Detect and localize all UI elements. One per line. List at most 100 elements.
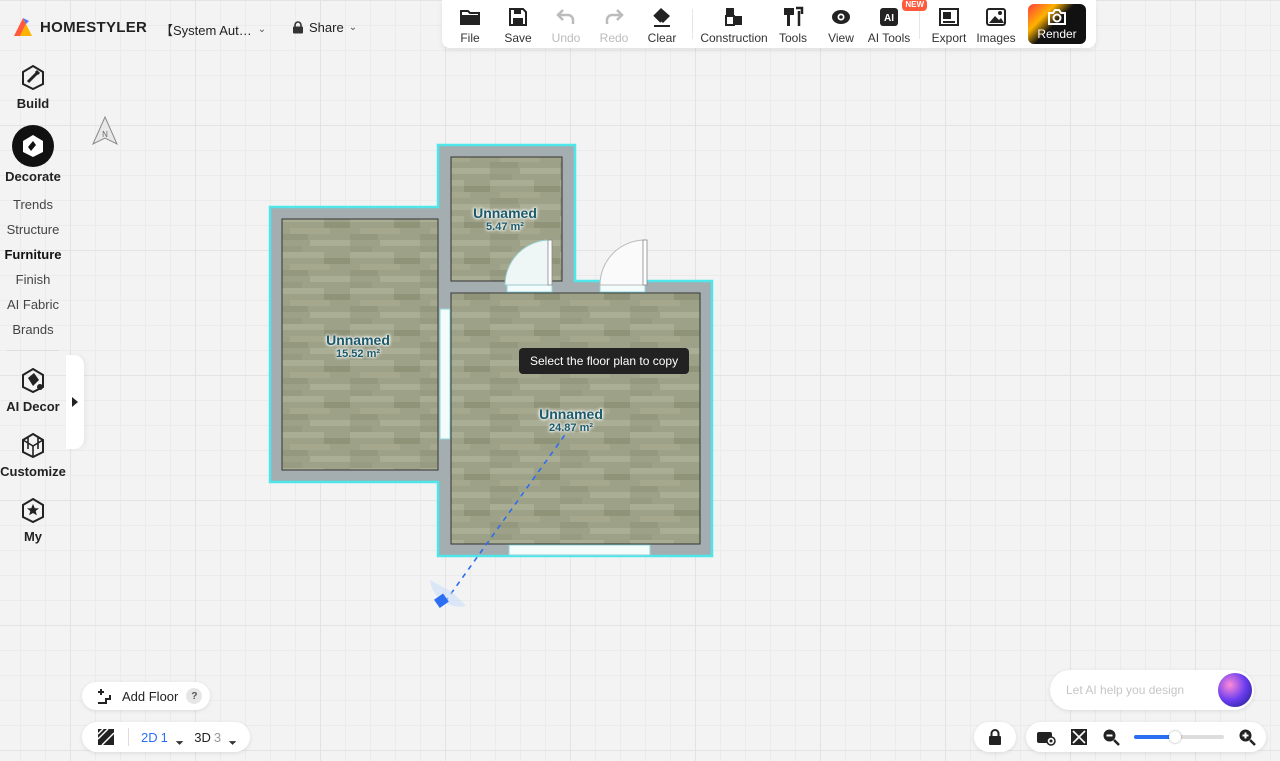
- svg-text:AI: AI: [884, 13, 894, 24]
- undo-button[interactable]: Undo: [542, 0, 590, 48]
- view-3d-button[interactable]: 3D 3 ◢: [194, 729, 237, 746]
- view-2d-label: 2D: [141, 729, 158, 745]
- window-vertical: [439, 308, 451, 440]
- ai-decor-label: AI Decor: [6, 399, 60, 414]
- decorate-submenu: Trends Structure Furniture Finish AI Fab…: [4, 192, 61, 342]
- ai-tools-icon: AI: [880, 8, 898, 26]
- share-label: Share: [309, 20, 344, 35]
- floor-style-button[interactable]: [96, 727, 116, 747]
- view-button[interactable]: View: [817, 0, 865, 48]
- eye-icon: [832, 10, 850, 24]
- build-nav[interactable]: Build: [16, 60, 50, 111]
- export-label: Export: [931, 31, 967, 45]
- add-floor-button[interactable]: Add Floor ?: [82, 682, 211, 710]
- project-title: 【System Aut…: [160, 23, 252, 38]
- room-name: Unnamed: [539, 406, 603, 422]
- compass-north-icon: N: [91, 115, 119, 146]
- undo-label: Undo: [551, 31, 581, 45]
- view-switcher: 2D 1 ◢ 3D 3 ◢: [82, 722, 250, 752]
- zoom-out-icon[interactable]: [1102, 728, 1120, 746]
- camera-settings-icon[interactable]: [1036, 728, 1056, 746]
- sidebar-divider: [7, 350, 59, 351]
- room-area: 24.87 m²: [548, 422, 594, 434]
- ai-prompt-input[interactable]: [1066, 683, 1216, 697]
- toolbar-divider: [692, 9, 693, 39]
- door-opening: [506, 281, 553, 293]
- images-button[interactable]: Images: [972, 0, 1020, 48]
- view-2d-button[interactable]: 2D 1 ◢: [141, 729, 184, 746]
- ai-tools-label: AI Tools: [867, 31, 911, 45]
- lock-button[interactable]: [974, 722, 1016, 752]
- redo-button[interactable]: Redo: [590, 0, 638, 48]
- zoom-slider-knob[interactable]: [1168, 731, 1181, 743]
- save-icon: [509, 8, 527, 26]
- brand[interactable]: HOMESTYLER: [12, 16, 147, 38]
- sidebar-item-furniture[interactable]: Furniture: [4, 247, 61, 262]
- decorate-icon: [11, 125, 54, 167]
- project-title-dropdown[interactable]: 【System Aut… ⌄: [160, 20, 266, 39]
- view-2d-count: 1: [160, 729, 168, 745]
- zoom-in-icon[interactable]: [1238, 728, 1256, 746]
- sidebar-item-trends[interactable]: Trends: [13, 197, 53, 212]
- file-button[interactable]: File: [446, 0, 494, 48]
- save-label: Save: [504, 31, 532, 45]
- ai-assistant-box: [1050, 670, 1254, 710]
- room-name: Unnamed: [473, 205, 537, 221]
- room-label: Unnamed 24.87 m²: [531, 406, 611, 434]
- redo-label: Redo: [599, 31, 629, 45]
- tools-icon: [784, 6, 804, 26]
- sidebar-item-structure[interactable]: Structure: [7, 222, 60, 237]
- build-icon: [16, 60, 50, 94]
- build-label: Build: [16, 96, 50, 111]
- construction-button[interactable]: Construction: [699, 0, 769, 48]
- image-icon: [986, 8, 1006, 26]
- left-sidebar: Build Decorate Trends Structure Furnitur…: [0, 60, 66, 558]
- export-button[interactable]: Export: [926, 0, 972, 48]
- export-icon: [939, 8, 959, 26]
- sidebar-item-brands[interactable]: Brands: [12, 322, 53, 337]
- redo-icon: [605, 9, 624, 24]
- share-button[interactable]: Share ⌄: [292, 20, 357, 35]
- undo-icon: [556, 9, 575, 24]
- fit-view-icon[interactable]: [1070, 728, 1088, 746]
- clear-button[interactable]: Clear: [638, 0, 686, 48]
- room-area: 5.47 m²: [486, 221, 524, 233]
- construction-label: Construction: [700, 31, 768, 45]
- folder-icon: [460, 10, 480, 25]
- tooltip: Select the floor plan to copy: [519, 348, 690, 374]
- compass[interactable]: N: [91, 115, 119, 149]
- add-floor-icon: [98, 689, 111, 704]
- render-label: Render: [1037, 26, 1077, 41]
- room-label: Unnamed 15.52 m²: [318, 332, 398, 360]
- room-area: 15.52 m²: [335, 348, 381, 360]
- help-icon[interactable]: ?: [186, 688, 203, 704]
- images-label: Images: [976, 31, 1016, 45]
- star-badge-icon: [16, 493, 50, 527]
- main-toolbar: File Save Undo Redo Clear Construction T…: [442, 0, 1096, 48]
- homestyler-logo-icon: [14, 18, 32, 36]
- save-button[interactable]: Save: [494, 0, 542, 48]
- camera-icon[interactable]: [434, 593, 449, 608]
- lock-icon: [989, 729, 1001, 745]
- ai-assistant-orb-icon[interactable]: [1218, 673, 1252, 707]
- sidebar-item-finish[interactable]: Finish: [16, 272, 51, 287]
- clear-label: Clear: [647, 31, 677, 45]
- customize-label: Customize: [0, 464, 66, 479]
- lock-icon: [293, 21, 303, 34]
- zoom-slider[interactable]: [1134, 731, 1224, 743]
- ai-tools-button[interactable]: AI NEW AI Tools: [865, 0, 927, 48]
- add-floor-label: Add Floor: [122, 688, 179, 704]
- tools-button[interactable]: Tools: [769, 0, 817, 48]
- room-name: Unnamed: [326, 332, 390, 348]
- ai-decor-nav[interactable]: AI Decor: [6, 363, 60, 414]
- decorate-nav[interactable]: Decorate: [5, 125, 61, 184]
- customize-nav[interactable]: Customize: [0, 428, 66, 479]
- customize-icon: [16, 428, 50, 462]
- sidebar-expand-tab[interactable]: [66, 355, 84, 449]
- view-3d-count: 3: [213, 729, 222, 745]
- my-nav[interactable]: My: [16, 493, 50, 544]
- zoom-controls: [1026, 722, 1266, 752]
- sidebar-item-ai-fabric[interactable]: AI Fabric: [7, 297, 59, 312]
- render-button[interactable]: Render: [1028, 4, 1086, 44]
- camera-fov: [430, 580, 466, 607]
